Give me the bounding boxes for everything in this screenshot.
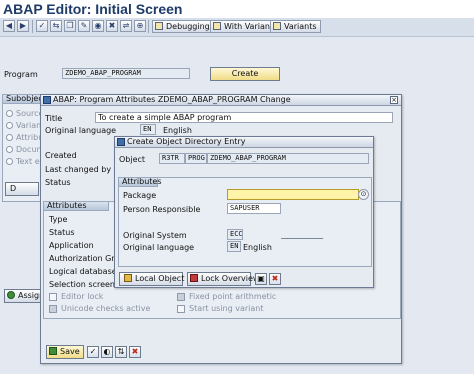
application-label: Application xyxy=(49,241,94,250)
change-icon[interactable]: ✎ xyxy=(78,20,90,32)
check-icon[interactable]: ✓ xyxy=(87,346,99,358)
debugging-button[interactable]: Debugging xyxy=(152,20,214,33)
variants-icon xyxy=(273,22,281,30)
logical-database-label: Logical database xyxy=(49,267,117,276)
local-object-button[interactable]: Local Object xyxy=(119,272,184,286)
execute-icon[interactable]: ⊕ xyxy=(134,20,146,32)
separator-line xyxy=(281,238,323,239)
search-help-icon[interactable]: ⊙ xyxy=(358,189,369,200)
start-variant-label: Start using variant xyxy=(189,304,264,313)
radio-documentation[interactable] xyxy=(6,146,13,153)
check-icon[interactable]: ✓ xyxy=(36,20,48,32)
assign-button[interactable]: Assign xyxy=(4,289,44,303)
attr-status-label: Status xyxy=(49,228,75,237)
display-button[interactable]: D xyxy=(5,182,39,196)
display-object-icon[interactable]: ◐ xyxy=(101,346,113,358)
object-attributes-header: Attributes xyxy=(118,177,162,187)
where-used-icon[interactable]: ⇆ xyxy=(50,20,62,32)
title-input[interactable]: To create a simple ABAP program xyxy=(95,112,393,123)
title-label: Title xyxy=(45,114,63,123)
program-label: Program xyxy=(4,70,38,79)
object-name: ZDEMO_ABAP_PROGRAM xyxy=(207,153,369,164)
orig-lang-code: EN xyxy=(140,124,156,135)
object-r3tr: R3TR xyxy=(159,153,185,164)
create-button[interactable]: Create xyxy=(210,67,280,81)
assign-icon xyxy=(7,291,15,299)
object-label: Object xyxy=(119,155,146,164)
status-label: Status xyxy=(45,178,71,187)
person-responsible-label: Person Responsible xyxy=(123,205,201,214)
editor-lock-label: Editor lock xyxy=(61,292,104,301)
attributes-dialog-header: ABAP: Program Attributes ZDEMO_ABAP_PROG… xyxy=(41,95,401,106)
editor-lock-checkbox[interactable] xyxy=(49,293,57,301)
object-directory-dialog: Create Object Directory Entry Object R3T… xyxy=(114,136,374,288)
package-label: Package xyxy=(123,191,157,200)
save-icon[interactable]: ▣ xyxy=(255,273,267,285)
application-toolbar: ◀ ▶ ✓ ⇆ ❐ ✎ ◉ ✖ ⇌ ⊕ Debugging With Varia… xyxy=(0,18,474,37)
orig-lang-label: Original language xyxy=(45,126,117,135)
variant-icon xyxy=(213,22,221,30)
start-variant-checkbox[interactable] xyxy=(177,305,185,313)
cancel-icon[interactable]: ✖ xyxy=(129,346,141,358)
person-responsible-input[interactable]: SAPUSER xyxy=(227,203,281,214)
transport-icon[interactable]: ⇅ xyxy=(115,346,127,358)
radio-variants[interactable] xyxy=(6,122,13,129)
type-label: Type xyxy=(49,215,68,224)
obj-orig-lang-name: English xyxy=(243,243,272,252)
display-icon[interactable]: ◉ xyxy=(92,20,104,32)
title-bar: ABAP Editor: Initial Screen xyxy=(0,0,474,18)
program-input[interactable]: ZDEMO_ABAP_PROGRAM xyxy=(62,68,190,79)
created-label: Created xyxy=(45,151,77,160)
close-icon[interactable]: × xyxy=(390,96,398,104)
object-prog: PROG xyxy=(185,153,207,164)
radio-attributes[interactable] xyxy=(6,134,13,141)
orig-lang-name: English xyxy=(163,126,192,135)
variants-button[interactable]: Variants xyxy=(270,20,321,33)
cancel-icon[interactable]: ✖ xyxy=(269,273,281,285)
toolbar-separator xyxy=(32,20,33,33)
debug-icon xyxy=(155,22,163,30)
rename-icon[interactable]: ⇌ xyxy=(120,20,132,32)
fixed-point-label: Fixed point arithmetic xyxy=(189,292,277,301)
lock-overview-button[interactable]: Lock Overview xyxy=(187,272,259,286)
unicode-label: Unicode checks active xyxy=(61,304,151,313)
selection-screen-label: Selection screen xyxy=(49,280,116,289)
local-object-icon xyxy=(124,274,132,282)
copy-icon[interactable]: ❐ xyxy=(64,20,76,32)
original-system-label: Original System xyxy=(123,231,187,240)
save-icon xyxy=(49,347,57,355)
back-icon[interactable]: ◀ xyxy=(3,20,15,32)
forward-icon[interactable]: ▶ xyxy=(17,20,29,32)
save-button[interactable]: Save xyxy=(46,345,84,359)
delete-icon[interactable]: ✖ xyxy=(106,20,118,32)
radio-text-elements[interactable] xyxy=(6,158,13,165)
obj-orig-lang-label: Original language xyxy=(123,243,195,252)
sap-icon xyxy=(117,138,125,146)
package-input[interactable] xyxy=(227,189,359,200)
obj-orig-lang-code: EN xyxy=(227,241,241,252)
fixed-point-checkbox[interactable] xyxy=(177,293,185,301)
subobject-header: Subobject xyxy=(2,94,46,104)
lock-icon xyxy=(190,274,198,282)
page-title: ABAP Editor: Initial Screen xyxy=(3,1,183,17)
last-changed-label: Last changed by xyxy=(45,165,112,174)
attributes-header: Attributes xyxy=(43,201,109,211)
sap-icon xyxy=(43,96,51,104)
toolbar-separator xyxy=(148,20,149,33)
radio-source[interactable] xyxy=(6,110,13,117)
original-system-value: ECC xyxy=(227,229,243,240)
object-dialog-header: Create Object Directory Entry xyxy=(115,137,373,148)
with-variant-button[interactable]: With Variant xyxy=(210,20,278,33)
unicode-checkbox[interactable] xyxy=(49,305,57,313)
